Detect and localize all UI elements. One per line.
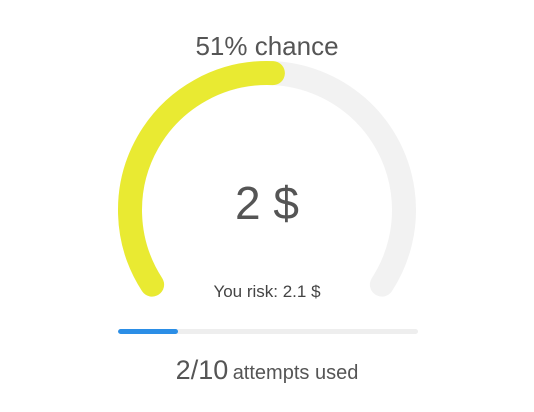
attempts-progress-bar	[118, 329, 418, 334]
attempts-progress-fill	[118, 329, 178, 334]
amount-value: 2 $	[235, 177, 299, 229]
risk-label: You risk: 2.1 $	[213, 282, 321, 301]
chance-widget: 51% chance 2 $ You risk: 2.1 $ 2/10 atte…	[0, 0, 534, 412]
attempts-text: 2/10 attempts used	[0, 350, 534, 395]
attempts-label: attempts used	[232, 362, 359, 384]
attempts-count: 2/10	[175, 355, 229, 385]
